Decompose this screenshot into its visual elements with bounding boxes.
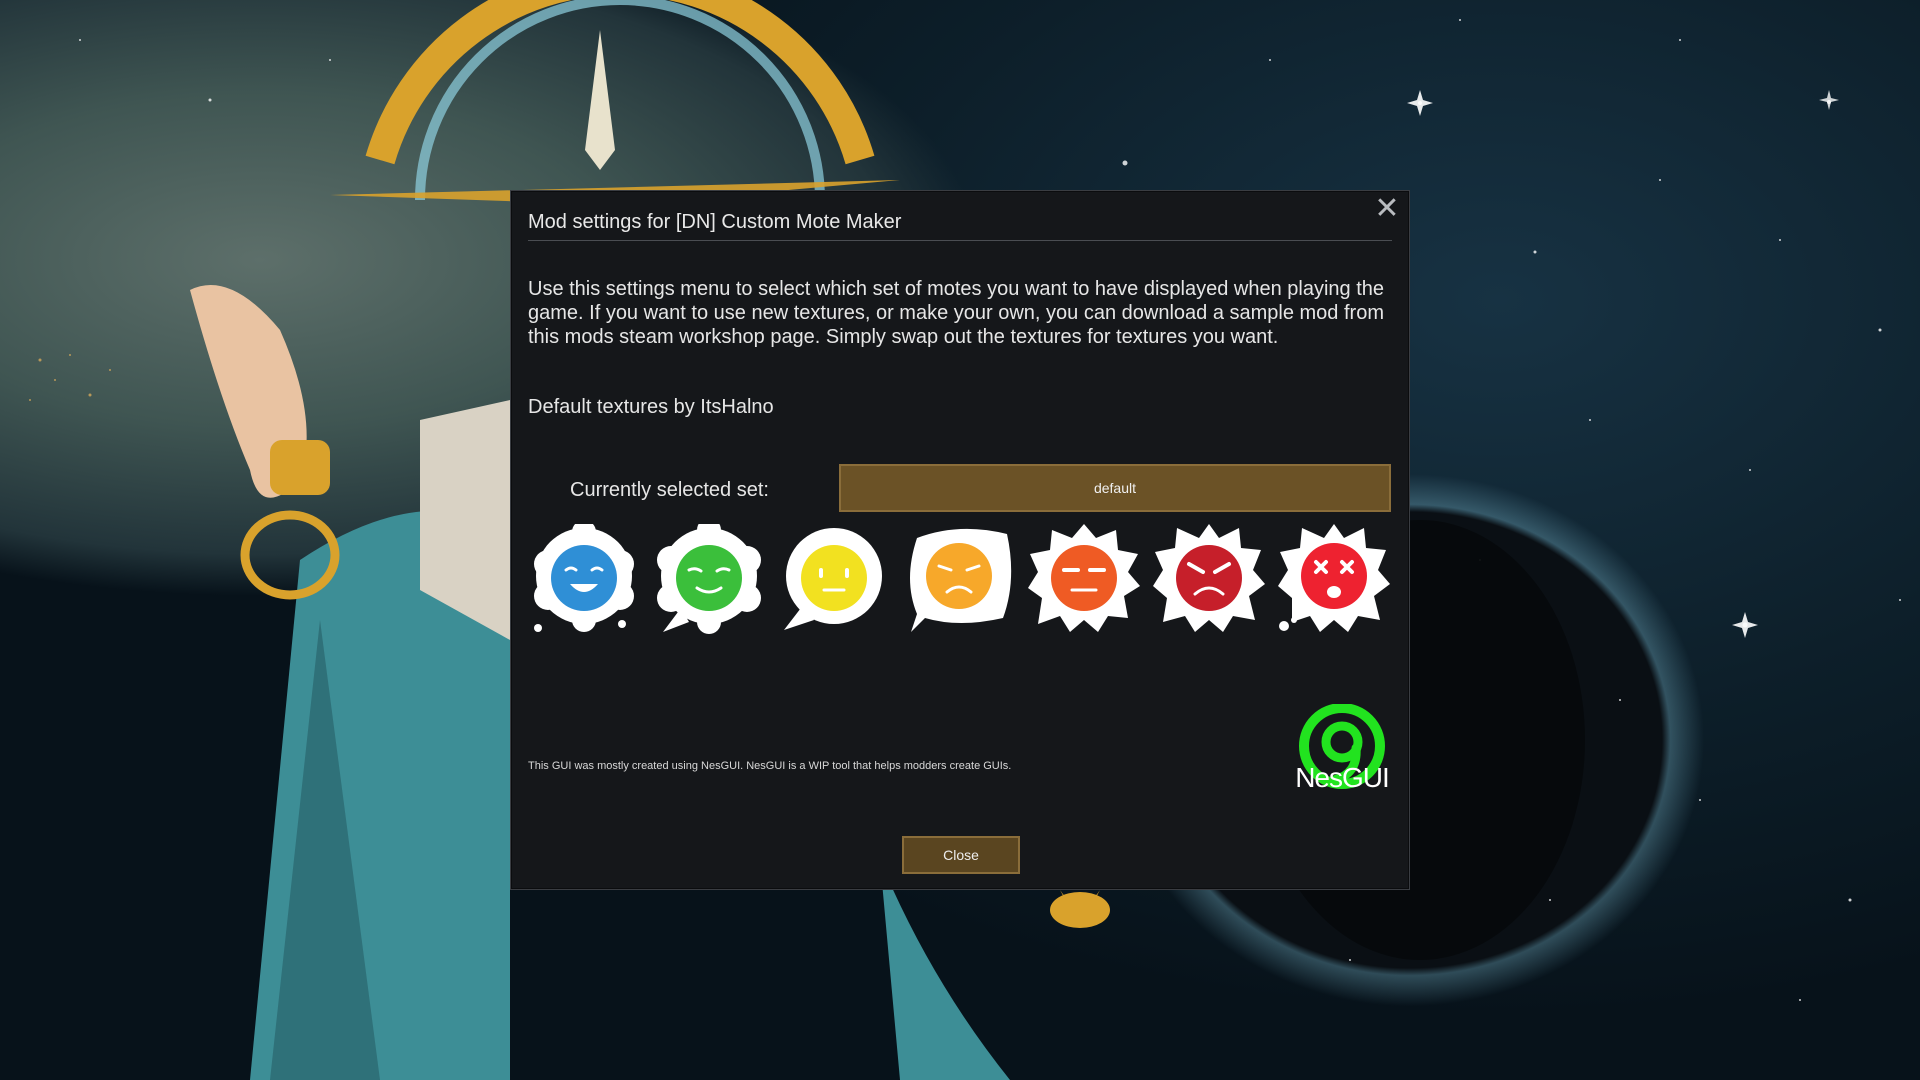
nesgui-logo-text: NesGUI: [1295, 762, 1390, 793]
mod-settings-dialog: ✕ Mod settings for [DN] Custom Mote Make…: [510, 190, 1410, 890]
selected-set-value: default: [1093, 480, 1137, 496]
settings-description: Use this settings menu to select which s…: [528, 278, 1385, 348]
mote-dead-red-icon: [1278, 524, 1390, 632]
selected-set-label: Currently selected set:: [570, 479, 769, 501]
selected-set-button[interactable]: default: [839, 464, 1391, 512]
mote-preview-row: [528, 524, 1398, 634]
title-divider: [528, 240, 1392, 241]
mote-happy-blue-icon: [534, 524, 634, 632]
texture-credit: Default textures by ItsHalno: [528, 396, 774, 418]
mote-sad-orange-icon: [910, 528, 1012, 632]
mote-angry-red-icon: [1153, 524, 1265, 632]
nesgui-credit-note: This GUI was mostly created using NesGUI…: [528, 760, 1012, 772]
close-icon[interactable]: ✕: [1373, 194, 1401, 224]
close-button-label: Close: [943, 847, 979, 863]
mote-content-green-icon: [657, 524, 761, 634]
close-button[interactable]: Close: [902, 836, 1020, 874]
nesgui-logo: NesGUI: [1286, 703, 1398, 796]
dialog-title: Mod settings for [DN] Custom Mote Maker: [528, 211, 902, 233]
mote-annoyed-orange-icon: [1028, 524, 1140, 632]
mote-neutral-yellow-icon: [784, 528, 882, 630]
